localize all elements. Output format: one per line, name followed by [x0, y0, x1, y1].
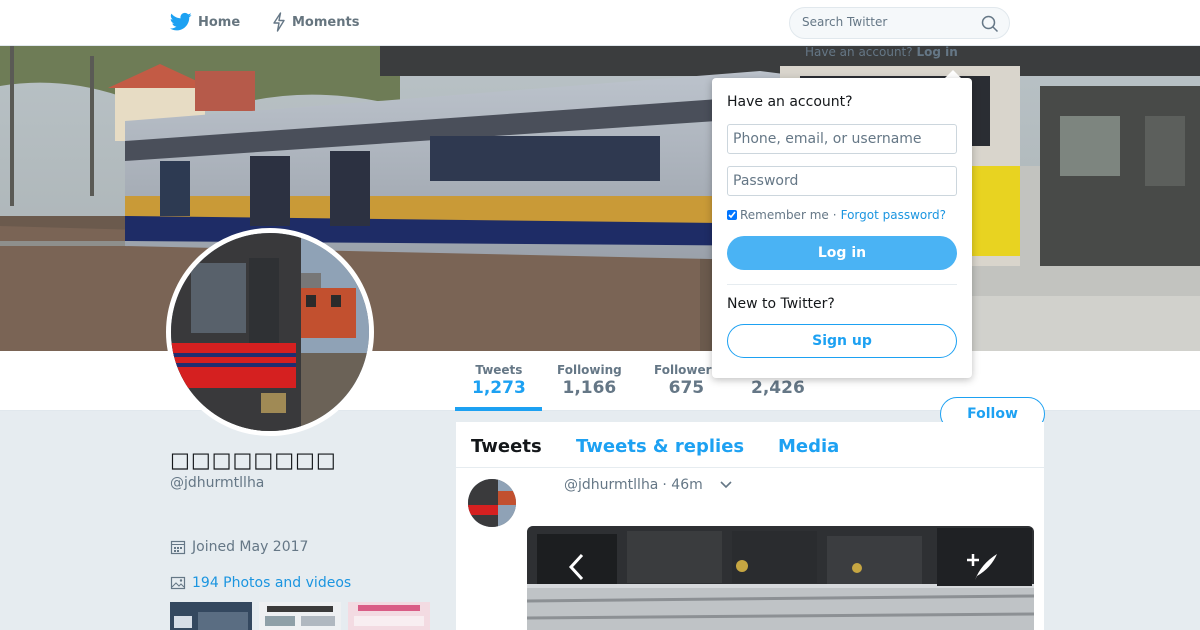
remember-checkbox[interactable] [727, 210, 737, 220]
nav-home[interactable]: Home [170, 12, 240, 32]
thumbnail-image [348, 602, 430, 630]
have-account-link[interactable]: Have an account? Log in [805, 45, 958, 59]
stat-following-label: Following [557, 363, 622, 377]
tweet-time[interactable]: · 46m [662, 477, 702, 493]
thumbnail-image [259, 602, 341, 630]
stat-followers-value: 675 [668, 378, 705, 398]
stat-tweets-label: Tweets [475, 363, 523, 377]
nav-home-label: Home [198, 14, 241, 30]
chevron-left-icon[interactable] [567, 552, 587, 582]
tab-tweets[interactable]: Tweets [471, 436, 542, 457]
login-dropdown: Have an account? Remember me · Forgot pa… [712, 78, 972, 378]
nav-moments-label: Moments [292, 14, 360, 30]
stat-followers-label: Followers [654, 363, 719, 377]
profile-avatar[interactable] [166, 228, 374, 436]
photo-thumbnail[interactable] [170, 602, 252, 630]
remember-label[interactable]: Remember me [740, 208, 829, 222]
magnifier-icon[interactable] [981, 15, 999, 33]
nav-moments[interactable]: Moments [272, 12, 359, 32]
joined-text: Joined May 2017 [192, 539, 309, 555]
tweet-avatar-image [468, 479, 516, 527]
stat-tweets[interactable]: Tweets 1,273 [472, 363, 526, 398]
tweet-avatar[interactable] [468, 479, 516, 527]
avatar-train-photo [171, 233, 369, 431]
have-account-prefix: Have an account? [805, 45, 913, 59]
chevron-down-icon[interactable] [719, 480, 733, 490]
search-box[interactable] [789, 7, 1010, 39]
login-link[interactable]: Log in [916, 45, 957, 59]
separator-dot: · [832, 208, 837, 222]
compose-quill-icon[interactable] [965, 550, 999, 584]
stat-following[interactable]: Following 1,166 [557, 363, 622, 398]
photos-videos-link[interactable]: 194 Photos and videos [170, 575, 351, 591]
tweet-handle[interactable]: @jdhurmtllha [564, 477, 658, 493]
photos-videos-label: 194 Photos and videos [192, 575, 352, 591]
signup-button[interactable]: Sign up [727, 324, 957, 358]
forgot-password-link[interactable]: Forgot password? [841, 208, 946, 222]
password-field[interactable] [727, 166, 957, 196]
new-to-twitter-text: New to Twitter? [727, 296, 835, 312]
top-nav-bar: Home Moments [0, 0, 1200, 46]
photo-thumbnail[interactable] [348, 602, 430, 630]
photo-thumbnail[interactable] [259, 602, 341, 630]
profile-display-name: □□□□□□□□ [170, 448, 337, 472]
profile-handle[interactable]: @jdhurmtllha [170, 475, 264, 491]
tab-media[interactable]: Media [778, 436, 839, 457]
timeline-tabs: Tweets Tweets & replies Media [456, 422, 1044, 468]
calendar-icon [170, 540, 186, 555]
stat-tweets-value: 1,273 [472, 378, 526, 398]
tweet-header: @jdhurmtllha · 46m [564, 477, 733, 493]
remember-row: Remember me · Forgot password? [727, 208, 946, 222]
username-field[interactable] [727, 124, 957, 154]
thumbnail-image [170, 602, 252, 630]
active-stat-underline [455, 407, 542, 411]
tweet-media-image[interactable] [527, 526, 1034, 630]
stat-likes-value: 2,426 [751, 378, 805, 398]
joined-date: Joined May 2017 [170, 539, 308, 555]
twitter-bird-icon [170, 12, 192, 31]
login-divider [727, 284, 957, 285]
login-title: Have an account? [727, 94, 853, 110]
lightning-icon [273, 12, 285, 32]
tweet-media-photo [527, 526, 1034, 630]
search-input[interactable] [802, 15, 972, 29]
tab-tweets-replies[interactable]: Tweets & replies [576, 436, 744, 457]
image-icon [170, 576, 186, 590]
login-button[interactable]: Log in [727, 236, 957, 270]
stat-followers[interactable]: Followers 675 [654, 363, 719, 398]
timeline: Tweets Tweets & replies Media @jdhurmtll… [456, 422, 1044, 630]
stat-following-value: 1,166 [562, 378, 617, 398]
